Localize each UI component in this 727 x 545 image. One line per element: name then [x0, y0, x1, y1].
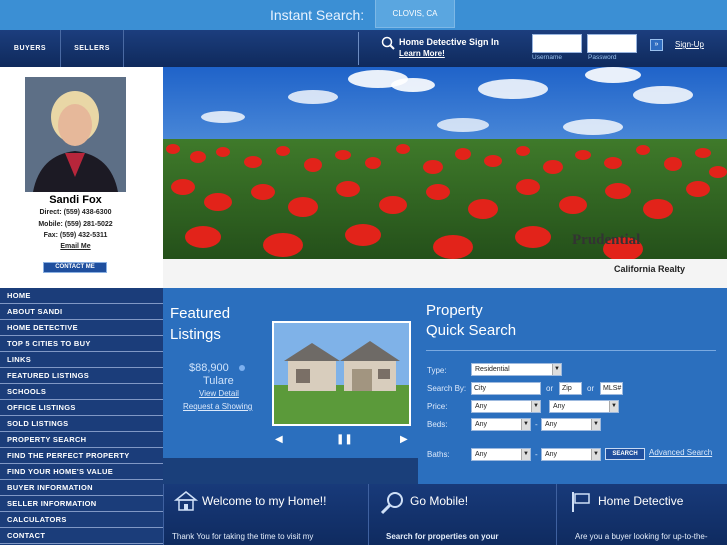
- baths-max-select[interactable]: Any ▼: [541, 448, 601, 461]
- menu-item-links[interactable]: LINKS: [0, 352, 163, 368]
- menu-item-calculators[interactable]: CALCULATORS: [0, 512, 163, 528]
- beds-min-select[interactable]: Any ▼: [471, 418, 531, 431]
- view-detail-link[interactable]: View Detail: [199, 389, 239, 398]
- login-go-button[interactable]: »: [650, 39, 663, 51]
- or-text-2: or: [587, 384, 595, 393]
- home-detective-text: Are you a buyer looking for up-to-the-: [575, 532, 708, 541]
- go-mobile-panel: Go Mobile! Search for properties on your: [368, 484, 556, 545]
- menu-item-property-search[interactable]: PROPERTY SEARCH: [0, 432, 163, 448]
- request-showing-link[interactable]: Request a Showing: [183, 402, 252, 411]
- agent-card: Sandi Fox Direct: (559) 438-6300 Mobile:…: [0, 67, 163, 288]
- pause-icon[interactable]: ❚❚: [336, 434, 353, 445]
- menu-item-find-property[interactable]: FIND THE PERFECT PROPERTY: [0, 448, 163, 464]
- magnifier-icon: [381, 36, 395, 50]
- california-realty-label: California Realty: [614, 264, 686, 274]
- baths-label: Baths:: [427, 450, 450, 459]
- sidebar-menu: HOME ABOUT SANDI HOME DETECTIVE TOP 5 CI…: [0, 288, 163, 545]
- nav-sellers-button[interactable]: SELLERS: [61, 30, 124, 67]
- featured-listings-panel: Featured Listings $88,900 Tulare View De…: [163, 288, 418, 458]
- next-icon[interactable]: ▶: [400, 434, 408, 445]
- menu-item-home[interactable]: HOME: [0, 288, 163, 304]
- mls-input[interactable]: MLS#: [600, 382, 623, 395]
- agent-mobile-phone: Mobile: (559) 281-5022: [38, 221, 113, 228]
- baths-dash: -: [535, 450, 538, 459]
- menu-item-home-detective[interactable]: HOME DETECTIVE: [0, 320, 163, 336]
- sign-post-icon: [572, 492, 590, 512]
- welcome-title: Welcome to my Home!!: [202, 494, 327, 508]
- poppy-field-image: [163, 67, 727, 259]
- quick-search-title-line2: Quick Search: [426, 322, 517, 339]
- baths-min-select[interactable]: Any ▼: [471, 448, 531, 461]
- menu-item-featured-listings[interactable]: FEATURED LISTINGS: [0, 368, 163, 384]
- previous-icon[interactable]: ◀‎: [275, 434, 283, 445]
- type-label: Type:: [427, 366, 447, 375]
- prudential-logo: Prudential: [572, 232, 641, 248]
- login-divider: [358, 32, 359, 65]
- menu-item-top-cities[interactable]: TOP 5 CITIES TO BUY: [0, 336, 163, 352]
- listing-photo[interactable]: [272, 321, 411, 426]
- agent-name: Sandi Fox: [49, 194, 102, 206]
- quick-search-title: Property Quick Search: [426, 301, 516, 341]
- listing-price: $88,900: [189, 362, 229, 374]
- price-label: Price:: [427, 402, 448, 411]
- search-by-label: Search By:: [427, 384, 467, 393]
- password-label: Password: [588, 54, 617, 61]
- quick-search-panel: Property Quick Search Type: Residential ▼…: [418, 288, 727, 484]
- instant-search-bar: Instant Search: CLOVIS, CA: [0, 0, 727, 30]
- featured-title-line2: Listings: [170, 326, 221, 343]
- beds-label: Beds:: [427, 420, 448, 429]
- agent-direct-phone: Direct: (559) 438-6300: [39, 209, 112, 216]
- menu-item-schools[interactable]: SCHOOLS: [0, 384, 163, 400]
- city-input[interactable]: City: [471, 382, 541, 395]
- featured-listings-title: Featured Listings: [170, 303, 260, 345]
- menu-item-seller-info[interactable]: SELLER INFORMATION: [0, 496, 163, 512]
- beds-max-select[interactable]: Any ▼: [541, 418, 601, 431]
- signup-link[interactable]: Sign-Up: [675, 40, 704, 49]
- menu-item-sold-listings[interactable]: SOLD LISTINGS: [0, 416, 163, 432]
- quick-search-title-line1: Property: [426, 302, 483, 319]
- mobile-search-icon: [380, 492, 403, 515]
- welcome-text: Thank You for taking the time to visit m…: [172, 532, 314, 541]
- info-dot-icon: [239, 365, 245, 371]
- type-select[interactable]: Residential ▼: [471, 363, 562, 376]
- home-detective-signin-title: Home Detective Sign In: [399, 37, 500, 47]
- username-label: Username: [532, 54, 562, 61]
- menu-item-home-value[interactable]: FIND YOUR HOME'S VALUE: [0, 464, 163, 480]
- price-min-select[interactable]: Any ▼: [471, 400, 541, 413]
- hero-banner: [163, 67, 727, 259]
- username-input[interactable]: [532, 34, 582, 53]
- menu-item-buyer-info[interactable]: BUYER INFORMATION: [0, 480, 163, 496]
- email-me-link[interactable]: Email Me: [0, 243, 151, 250]
- home-detective-title: Home Detective: [598, 494, 684, 508]
- quick-search-divider: [426, 350, 716, 351]
- go-mobile-text: Search for properties on your: [386, 532, 499, 541]
- agent-fax: Fax: (559) 432-5311: [43, 232, 108, 239]
- instant-search-label: Instant Search:: [270, 7, 365, 23]
- password-input[interactable]: [587, 34, 637, 53]
- menu-item-office-listings[interactable]: OFFICE LISTINGS: [0, 400, 163, 416]
- agent-photo: [25, 77, 126, 192]
- home-detective-panel: Home Detective Are you a buyer looking f…: [556, 484, 727, 545]
- contact-me-button[interactable]: CONTACT ME: [43, 262, 107, 273]
- learn-more-link[interactable]: Learn More!: [399, 49, 445, 58]
- house-icon: [174, 491, 198, 511]
- menu-item-about[interactable]: ABOUT SANDI: [0, 304, 163, 320]
- listing-city: Tulare: [203, 375, 234, 387]
- menu-item-contact[interactable]: CONTACT: [0, 528, 163, 544]
- or-text-1: or: [546, 384, 554, 393]
- beds-dash: -: [535, 420, 538, 429]
- price-max-select[interactable]: Any ▼: [549, 400, 619, 413]
- advanced-search-link[interactable]: Advanced Search: [649, 448, 712, 457]
- featured-title-line1: Featured: [170, 305, 231, 322]
- search-button[interactable]: SEARCH: [605, 448, 645, 460]
- nav-buyers-button[interactable]: BUYERS: [0, 30, 61, 67]
- welcome-panel: Welcome to my Home!! Thank You for takin…: [163, 484, 368, 545]
- instant-search-location-tab[interactable]: CLOVIS, CA: [375, 0, 455, 28]
- zip-input[interactable]: Zip: [559, 382, 582, 395]
- go-mobile-title: Go Mobile!: [410, 494, 469, 508]
